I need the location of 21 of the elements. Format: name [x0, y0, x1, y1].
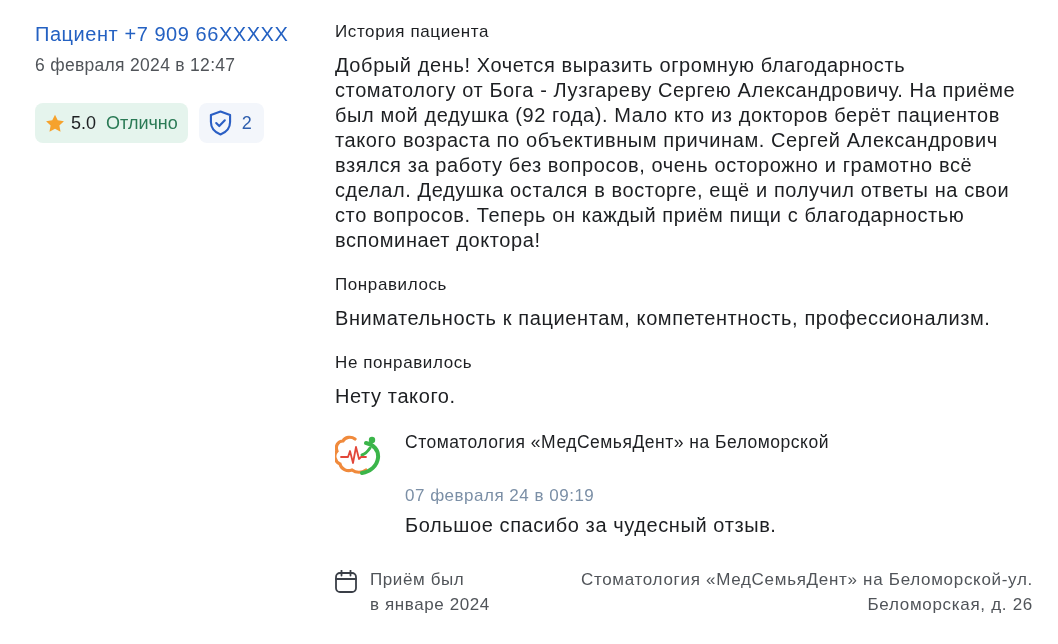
section-heading: История пациента	[335, 21, 491, 43]
shield-check-icon	[208, 110, 232, 136]
rating-value: 5.0	[71, 112, 97, 134]
reply-date: 07 февраля 24 в 09:19	[405, 485, 596, 507]
reply-text: Большое спасибо за чудесный отзыв.	[405, 513, 778, 538]
section-heading: Не понравилось	[335, 352, 474, 374]
calendar-icon	[335, 570, 357, 593]
clinic-name: Стоматология «МедСемьяДент» на Беломорской	[405, 431, 829, 454]
verification-count: 2	[241, 112, 252, 134]
clinic-logo	[335, 435, 383, 475]
author-link[interactable]: Пациент +7 909 66XXXXX	[35, 21, 289, 47]
section-heading: Понравилось	[335, 274, 449, 296]
section-text: Добрый день! Хочется выразить огромную благодарность стоматологу от Бога - Лузгареву Сергею Александровичу. На приёме был мой дедушка (92 года). Мало кто из докторов берёт пациентов такого возраста по объективным причинам. Сергей Александрович взялся за работу без вопросов, очень осторожно и грамотно всё сделал. Дедушка остался в восторге, ещё и получил ответы на свои сто вопросов. Теперь он каждый приём пищи с благодарностью вспоминает доктора!	[335, 53, 1017, 253]
clinic-address: Стоматология «МедСемьяДент» на Беломорской-ул. Беломорская, д. 26	[579, 569, 1033, 616]
visit-period: в январе 2024	[370, 594, 490, 616]
section-text: Внимательность к пациентам, компетентность, профессионализм.	[335, 306, 992, 331]
rating-label: Отлично	[106, 112, 178, 134]
visit-label: Приём был	[370, 569, 466, 591]
star-icon	[45, 113, 65, 133]
section-text: Нету такого.	[335, 384, 457, 409]
review-date: 6 февраля 2024 в 12:47	[35, 54, 236, 76]
